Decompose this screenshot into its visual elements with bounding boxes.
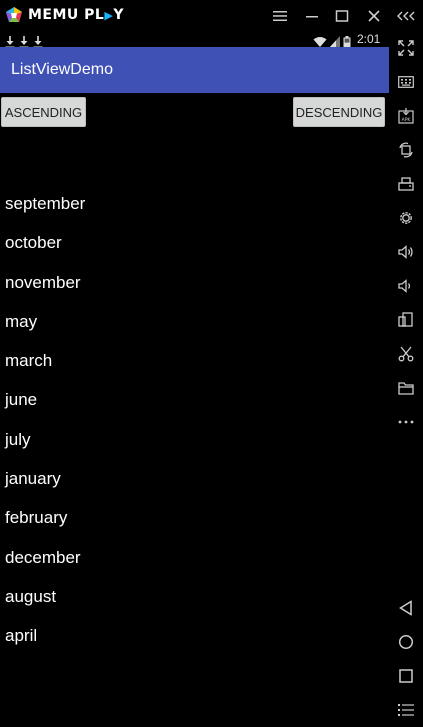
- apk-icon[interactable]: APK: [396, 106, 416, 126]
- list-item[interactable]: february: [0, 498, 389, 537]
- back-icon[interactable]: [396, 598, 416, 618]
- status-time: 2:01: [357, 32, 381, 46]
- list-item[interactable]: june: [0, 380, 389, 419]
- list-icon[interactable]: [396, 700, 416, 720]
- screenshot-icon[interactable]: [396, 174, 416, 194]
- emulator-brand: MEMU PL▶Y: [28, 7, 124, 23]
- list-item[interactable]: july: [0, 420, 389, 459]
- svg-text:APK: APK: [402, 117, 412, 123]
- more-icon[interactable]: [396, 412, 416, 432]
- list-item[interactable]: may: [0, 302, 389, 341]
- list-item[interactable]: september: [0, 184, 389, 223]
- list-item[interactable]: november: [0, 263, 389, 302]
- status-bar: 2:01: [0, 31, 389, 48]
- keyboard-icon[interactable]: [396, 72, 416, 92]
- download-icon: [33, 33, 43, 48]
- menu-icon[interactable]: [270, 6, 290, 26]
- emulator-titlebar: MEMU PL▶Y: [0, 0, 423, 31]
- close-icon[interactable]: [364, 6, 384, 26]
- memu-logo-icon: [5, 6, 23, 24]
- month-list[interactable]: september october november may march jun…: [0, 184, 389, 656]
- main-content: ASCENDING DESCENDING september october n…: [0, 93, 389, 727]
- volume-down-icon[interactable]: [396, 276, 416, 296]
- list-item[interactable]: october: [0, 223, 389, 262]
- minimize-icon[interactable]: [302, 6, 322, 26]
- folder-icon[interactable]: [396, 378, 416, 398]
- collapse-icon[interactable]: [396, 6, 416, 26]
- emulator-sidebar: APK: [389, 0, 423, 727]
- descending-button[interactable]: DESCENDING: [293, 97, 385, 127]
- list-item[interactable]: march: [0, 341, 389, 380]
- volume-up-icon[interactable]: [396, 242, 416, 262]
- home-icon[interactable]: [396, 632, 416, 652]
- list-item[interactable]: january: [0, 459, 389, 498]
- maximize-icon[interactable]: [332, 6, 352, 26]
- fullscreen-icon[interactable]: [396, 38, 416, 58]
- list-item[interactable]: april: [0, 616, 389, 655]
- download-icon: [5, 33, 15, 48]
- multi-window-icon[interactable]: [396, 310, 416, 330]
- download-icon: [19, 33, 29, 48]
- list-item[interactable]: december: [0, 538, 389, 577]
- rotate-icon[interactable]: [396, 140, 416, 160]
- app-title: ListViewDemo: [11, 61, 113, 78]
- scissors-icon[interactable]: [396, 344, 416, 364]
- recents-icon[interactable]: [396, 666, 416, 686]
- list-item[interactable]: august: [0, 577, 389, 616]
- action-bar: ListViewDemo: [0, 47, 389, 93]
- ascending-button[interactable]: ASCENDING: [1, 97, 86, 127]
- settings-icon[interactable]: [396, 208, 416, 228]
